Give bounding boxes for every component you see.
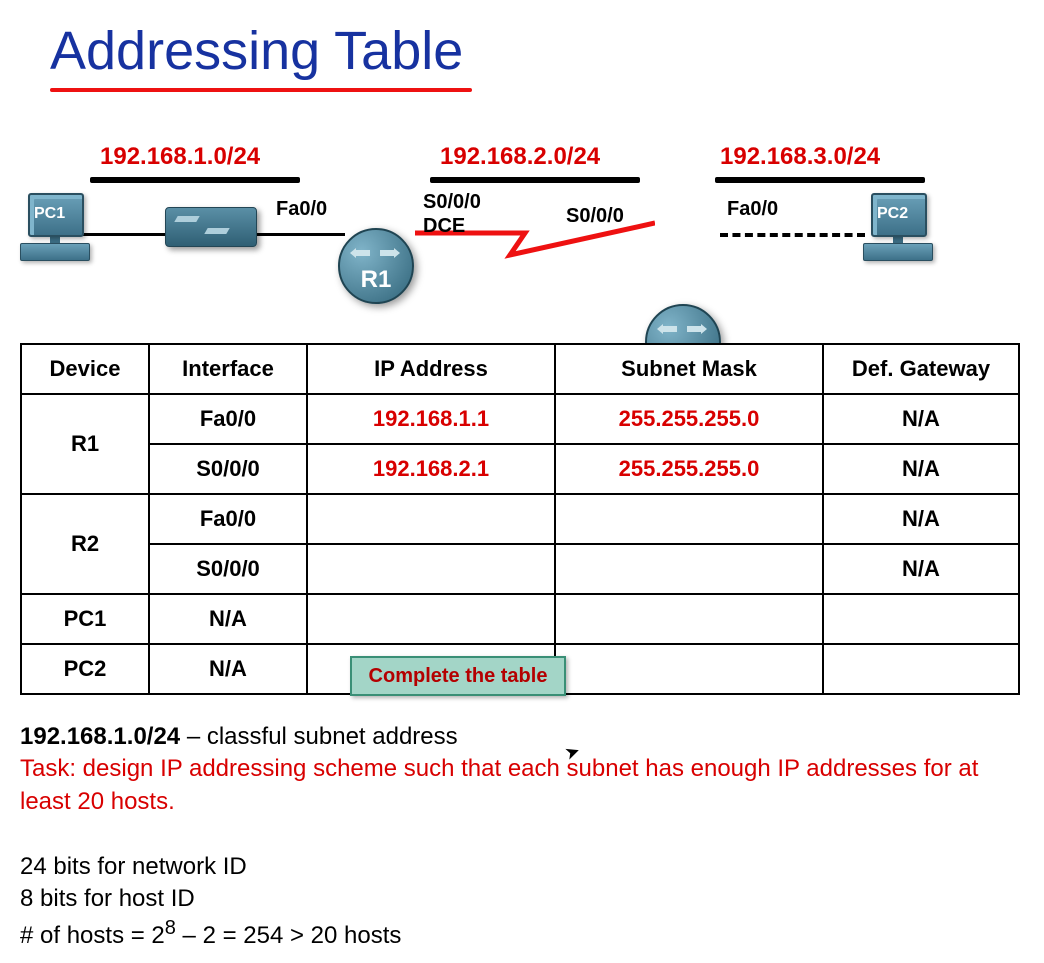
- pc1-icon: [20, 193, 90, 263]
- net1-label: 192.168.1.0/24: [100, 143, 260, 171]
- cell-device: PC2: [21, 644, 149, 694]
- iface-r2-fa: Fa0/0: [727, 198, 778, 221]
- addressing-table: Device Interface IP Address Subnet Mask …: [20, 343, 1020, 695]
- cell-mask: [555, 644, 823, 694]
- table-row: S0/0/0 N/A: [21, 544, 1019, 594]
- net3-label: 192.168.3.0/24: [720, 143, 880, 171]
- iface-r1-s-top: S0/0/0: [423, 191, 481, 214]
- cell-mask: 255.255.255.0: [555, 444, 823, 494]
- notes-block: 192.168.1.0/24 – classful subnet address…: [20, 721, 1024, 953]
- th-interface: Interface: [149, 344, 307, 394]
- note-bits1: 24 bits for network ID: [20, 851, 1024, 883]
- complete-table-callout: Complete the table: [350, 656, 566, 696]
- th-ip: IP Address: [307, 344, 555, 394]
- net3-bar: [715, 177, 925, 183]
- net2-bar: [430, 177, 640, 183]
- cell-iface: S0/0/0: [149, 444, 307, 494]
- th-gateway: Def. Gateway: [823, 344, 1019, 394]
- cell-gw: [823, 644, 1019, 694]
- note-classful-addr: 192.168.1.0/24: [20, 723, 180, 750]
- note-task: Task: design IP addressing scheme such t…: [20, 753, 1024, 818]
- pc2-icon: [863, 193, 933, 263]
- cell-gw: N/A: [823, 494, 1019, 544]
- cell-ip: [307, 544, 555, 594]
- cell-mask: [555, 494, 823, 544]
- th-device: Device: [21, 344, 149, 394]
- iface-r1-fa: Fa0/0: [276, 198, 327, 221]
- note-hosts-post: – 2 = 254 > 20 hosts: [176, 922, 402, 949]
- iface-r2-s: S0/0/0: [566, 205, 624, 228]
- table-row: R2 Fa0/0 N/A: [21, 494, 1019, 544]
- cell-device: R1: [21, 394, 149, 494]
- cell-ip: 192.168.2.1: [307, 444, 555, 494]
- cell-iface: N/A: [149, 644, 307, 694]
- topology-diagram: 192.168.1.0/24 192.168.2.0/24 192.168.3.…: [20, 143, 1024, 303]
- cell-mask: [555, 544, 823, 594]
- cell-device: R2: [21, 494, 149, 594]
- switch-icon: [165, 207, 257, 247]
- cell-ip: [307, 494, 555, 544]
- th-mask: Subnet Mask: [555, 344, 823, 394]
- router-r1-icon: R1: [338, 228, 414, 304]
- cell-device: PC1: [21, 594, 149, 644]
- cell-mask: [555, 594, 823, 644]
- cell-mask: 255.255.255.0: [555, 394, 823, 444]
- link-pc1-switch: [80, 233, 175, 236]
- cell-gw: N/A: [823, 544, 1019, 594]
- net1-bar: [90, 177, 300, 183]
- net2-label: 192.168.2.0/24: [440, 143, 600, 171]
- note-classful-text: – classful subnet address: [180, 723, 458, 750]
- cell-ip: 192.168.1.1: [307, 394, 555, 444]
- note-hosts-pre: # of hosts = 2: [20, 922, 165, 949]
- page-title: Addressing Table: [50, 20, 463, 88]
- table-row: R1 Fa0/0 192.168.1.1 255.255.255.0 N/A: [21, 394, 1019, 444]
- table-row: S0/0/0 192.168.2.1 255.255.255.0 N/A: [21, 444, 1019, 494]
- cell-iface: Fa0/0: [149, 394, 307, 444]
- table-header-row: Device Interface IP Address Subnet Mask …: [21, 344, 1019, 394]
- link-switch-r1: [250, 233, 345, 236]
- cell-gw: N/A: [823, 444, 1019, 494]
- note-classful: 192.168.1.0/24 – classful subnet address: [20, 721, 1024, 753]
- table-row: PC1 N/A: [21, 594, 1019, 644]
- link-r2-pc2: [720, 233, 865, 237]
- cell-iface: Fa0/0: [149, 494, 307, 544]
- note-hosts: # of hosts = 28 – 2 = 254 > 20 hosts: [20, 915, 1024, 952]
- cell-gw: [823, 594, 1019, 644]
- cell-iface: S0/0/0: [149, 544, 307, 594]
- cell-ip: [307, 594, 555, 644]
- cell-gw: N/A: [823, 394, 1019, 444]
- cell-iface: N/A: [149, 594, 307, 644]
- iface-r1-s-bot: DCE: [423, 215, 465, 238]
- note-hosts-sup: 8: [165, 917, 176, 939]
